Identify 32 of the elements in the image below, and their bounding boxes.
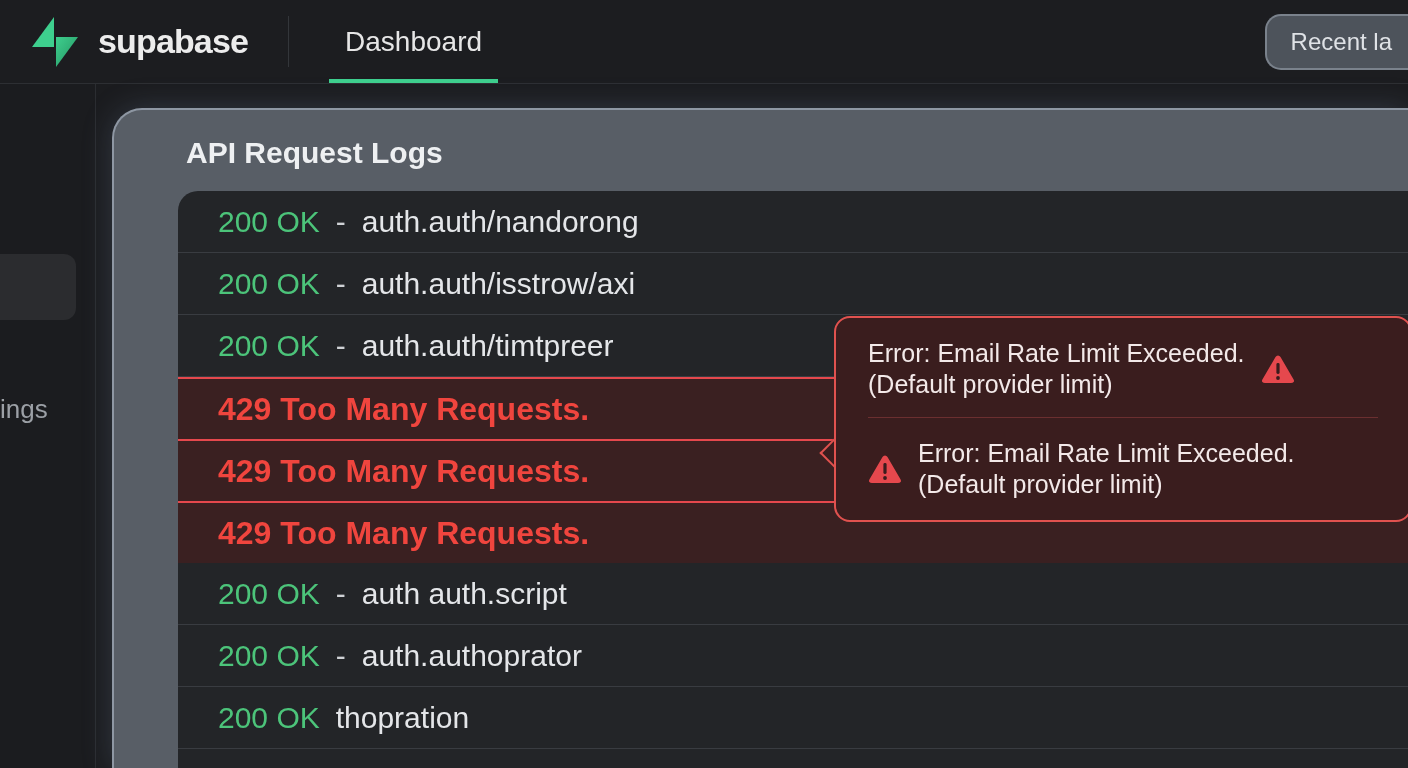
status-text: 200 OK [218,266,320,302]
warning-icon [868,453,902,484]
logo-icon [32,16,78,67]
request-path: auth.auth/timtpreer [361,328,614,364]
separator-text: - [335,266,346,302]
status-text: 200 OK [218,576,320,612]
error-detail: (Default provider limit) [868,369,1114,401]
request-path: auth.auth/nandorong [361,204,639,240]
separator-text: - [335,638,346,674]
status-text: 429 Too Many Requests. [218,452,590,491]
error-message: Error: Email Rate Limit Exceeded. [918,437,1295,469]
status-text: 429 Too Many Requests. [218,514,590,553]
separator-text: - [335,328,346,364]
status-text: 200 OK [218,638,320,674]
separator-text: - [335,576,346,612]
status-text: 200 OK [218,700,320,736]
nav-tab[interactable]: Dashboard [329,0,499,83]
request-path: auth.auth/isstrow/axi [361,266,636,302]
status-text: 200 OK [218,204,320,240]
sidebar-item[interactable]: ings [0,376,76,442]
separator-text: - [335,204,346,240]
brand-name: supabase [98,21,249,62]
status-text: 200 OK [218,328,320,364]
warning-icon [1260,354,1295,385]
request-path: thopration [335,700,470,736]
recent-button[interactable]: Recent la [1264,13,1408,70]
status-text: 429 Too Many Requests. [218,390,590,429]
error-detail: (Default provider limit) [918,468,1164,500]
error-message: Error: Email Rate Limit Exceeded. [868,338,1245,369]
request-path: auth.authoprator [361,638,582,674]
panel-title: API Request Logs [185,135,444,171]
request-path: auth auth.script [361,576,567,612]
